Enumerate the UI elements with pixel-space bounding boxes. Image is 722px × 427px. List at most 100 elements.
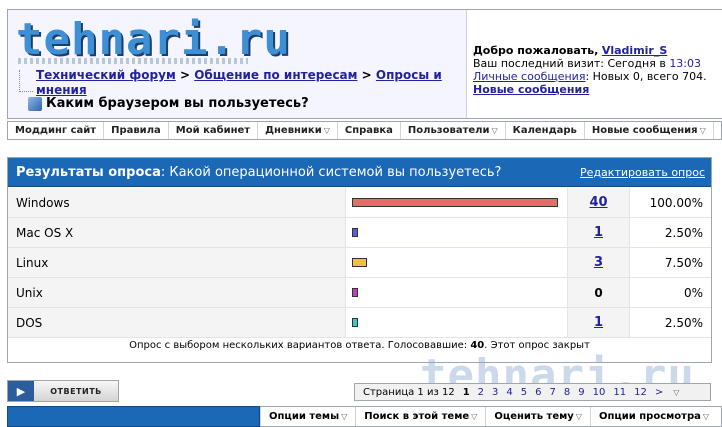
thread-title: Каким браузером вы пользуетесь?	[28, 96, 309, 111]
private-messages-count: : Новых 0, всего 704.	[585, 70, 707, 83]
poll-question: : Какой операционной системой вы пользуе…	[160, 165, 502, 180]
chevron-down-icon: ▽	[471, 412, 478, 421]
header-left: tehnari.ru Технический форум > Общение п…	[8, 10, 466, 118]
poll-bar-cell	[345, 188, 567, 217]
pager-label: Страница 1 из 12	[363, 386, 455, 398]
thread-tools: Опции темы ▽ Поиск в этой теме ▽ Оценить тем…	[7, 406, 722, 427]
poll-option-name: Windows	[8, 188, 345, 217]
poll-title-label: Результаты опроса	[16, 165, 161, 180]
nav-item-label: Календарь	[512, 125, 577, 136]
chevron-down-icon: ▽	[575, 412, 582, 421]
chevron-down-icon: ▽	[491, 126, 498, 135]
poll-results: Результаты опроса: Какой операционной си…	[7, 157, 712, 363]
nav-item[interactable]: Пользователи ▽	[399, 122, 505, 139]
new-posts-link[interactable]: Новые сообщения	[473, 83, 589, 96]
nav-item[interactable]: Правила	[103, 122, 168, 139]
pager-page-link[interactable]: 6	[531, 387, 545, 398]
poll-option-name: Unix	[8, 278, 345, 307]
poll-votes-link[interactable]: 40	[589, 195, 607, 210]
poll-percent: 0%	[629, 278, 711, 307]
nav-item[interactable]: Новые сообщения ▽	[583, 122, 713, 139]
poll-votes-cell: 1	[567, 308, 629, 337]
poll-option-name: Mac OS X	[8, 218, 345, 247]
nav-item-label: Пользователи	[407, 125, 490, 136]
chevron-down-icon: ▽	[699, 126, 706, 135]
poll-percent: 7.50%	[629, 248, 711, 277]
poll-bar	[352, 258, 367, 267]
poll-footer-text: Опрос с выбором нескольких вариантов отв…	[129, 340, 468, 351]
thread-tool-menu[interactable]: Оценить тему ▽	[485, 407, 590, 426]
pager-page-link[interactable]: 12	[630, 387, 651, 398]
thread-tools-header	[7, 406, 260, 427]
poll-option-row: Unix 0 0%	[8, 278, 711, 308]
poll-header: Результаты опроса: Какой операционной си…	[8, 158, 711, 187]
nav-item-label: Справка	[344, 125, 393, 136]
poll-title: Результаты опроса: Какой операционной си…	[16, 165, 501, 180]
poll-option-row: Mac OS X 1 2.50%	[8, 218, 711, 248]
last-visit-time: 13:03	[669, 57, 702, 70]
pager-page-link[interactable]: 4	[502, 387, 516, 398]
pager-page-link[interactable]: 3	[488, 387, 502, 398]
poll-votes-link[interactable]: 1	[594, 225, 603, 240]
poll-option-name: DOS	[8, 308, 345, 337]
nav-item[interactable]: Поиск▽	[712, 122, 721, 139]
pager: Страница 1 из 12 1 2 3 4 5 6 7 8 9 10 11 12 > ▽	[354, 383, 711, 401]
poll-bar	[352, 198, 558, 207]
nav-item[interactable]: Дневники ▽	[257, 122, 337, 139]
pager-current-page: 1	[462, 386, 470, 398]
poll-votes-link[interactable]: 1	[594, 315, 603, 330]
thread-icon	[28, 96, 42, 111]
poll-bar	[352, 288, 358, 297]
welcome-panel: Добро пожаловать, Vladimir_S Ваш последн…	[466, 10, 722, 118]
chevron-down-icon: ▽	[341, 412, 348, 421]
pager-page-link[interactable]: 7	[546, 387, 560, 398]
poll-percent: 2.50%	[629, 218, 711, 247]
breadcrumb-link-interests[interactable]: Общение по интересам	[194, 68, 357, 82]
nav-item[interactable]: Справка	[336, 122, 400, 139]
play-arrow-icon: ▶	[8, 381, 34, 401]
breadcrumb: Технический форум > Общение по интересам…	[36, 68, 456, 98]
pager-next-button[interactable]: >	[651, 387, 667, 398]
poll-footer: Опрос с выбором нескольких вариантов отв…	[8, 340, 711, 351]
welcome-block: Добро пожаловать, Vladimir_S Ваш последн…	[473, 44, 707, 96]
pager-page-link[interactable]: 2	[474, 387, 488, 398]
nav-item-label: Правила	[111, 125, 161, 136]
poll-votes-cell: 1	[567, 218, 629, 247]
nav-item[interactable]: Календарь	[504, 122, 584, 139]
nav-item[interactable]: Мой кабинет	[167, 122, 257, 139]
pager-page-link[interactable]: 10	[589, 387, 610, 398]
navbar: Моддинг сайт Правила Мой кабинет Дневники ▽ С…	[7, 121, 722, 140]
thread-tool-menu[interactable]: Опции темы ▽	[260, 407, 355, 426]
poll-bar-cell	[345, 278, 567, 307]
breadcrumb-separator: >	[179, 68, 191, 82]
thread-tool-label: Оценить тему	[494, 411, 574, 422]
header: tehnari.ru Технический форум > Общение п…	[7, 9, 722, 119]
pager-page-link[interactable]: 8	[560, 387, 574, 398]
thread-tool-menu[interactable]: Поиск в этой теме ▽	[355, 407, 485, 426]
breadcrumb-link-forum[interactable]: Технический форум	[36, 68, 176, 82]
poll-votes-link[interactable]: 3	[594, 255, 603, 270]
nav-item-label: Моддинг сайт	[15, 125, 97, 136]
edit-poll-link[interactable]: Редактировать опрос	[580, 166, 705, 179]
pager-page-link[interactable]: 5	[517, 387, 531, 398]
private-messages-link[interactable]: Личные сообщения	[473, 70, 585, 83]
username-link[interactable]: Vladimir_S	[602, 44, 667, 57]
nav-item-label: Мой кабинет	[175, 125, 251, 136]
poll-percent: 100.00%	[629, 188, 711, 217]
poll-votes-cell: 3	[567, 248, 629, 277]
nav-item[interactable]: Моддинг сайт	[8, 122, 103, 139]
thread-tool-label: Поиск в этой теме	[364, 411, 470, 422]
poll-option-name: Linux	[8, 248, 345, 277]
thread-tool-label: Опции просмотра	[598, 411, 701, 422]
pager-page-link[interactable]: 11	[609, 387, 630, 398]
pager-page-link[interactable]: 9	[574, 387, 588, 398]
poll-percent: 2.50%	[629, 308, 711, 337]
chevron-down-icon[interactable]: ▽	[669, 388, 683, 397]
poll-footer-total: 40	[470, 340, 485, 351]
chevron-down-icon: ▽	[323, 126, 330, 135]
thread-tool-menu[interactable]: Опции просмотра ▽	[589, 407, 717, 426]
chevron-down-icon: ▽	[702, 412, 710, 421]
thread-tools-bar: Опции темы ▽ Поиск в этой теме ▽ Оценить тем…	[260, 406, 722, 427]
poll-option-row: DOS 1 2.50%	[8, 308, 711, 338]
reply-button[interactable]: ▶ ОТВЕТИТЬ	[7, 380, 119, 402]
